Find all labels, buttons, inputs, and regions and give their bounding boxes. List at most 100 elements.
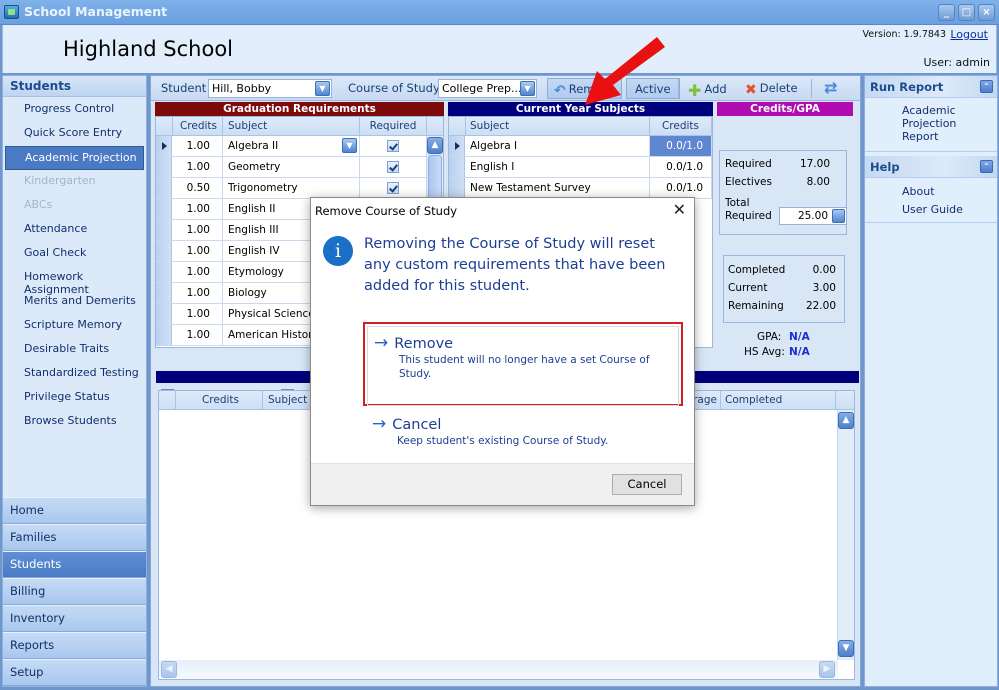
credits-cell[interactable]: 1.00 (173, 241, 223, 261)
column-header-completed[interactable]: Completed (721, 391, 836, 410)
row-header[interactable] (156, 325, 172, 345)
sidebar-item-homework-assignment[interactable]: Homework Assignment (3, 266, 146, 296)
column-header-subject[interactable]: Subject (223, 117, 360, 136)
credits-cell[interactable]: 1.00 (173, 325, 223, 345)
credits-cell[interactable]: 0.50 (173, 178, 223, 198)
spinner-updown-icon[interactable] (832, 209, 845, 223)
nav-reports[interactable]: Reports (3, 632, 146, 659)
row-header[interactable] (156, 241, 172, 261)
column-header-credits[interactable]: Credits (173, 117, 223, 136)
credits-cell[interactable]: 1.00 (173, 262, 223, 282)
credits-cell[interactable]: 1.00 (173, 304, 223, 324)
required-checkbox[interactable] (387, 140, 399, 152)
academic-projection-report-link[interactable]: Academic Projection Report (865, 98, 997, 152)
row-header[interactable] (156, 304, 172, 324)
required-cell[interactable] (360, 178, 427, 198)
sidebar-item-privilege-status[interactable]: Privilege Status (3, 386, 146, 410)
history-vertical-scrollbar[interactable]: ▲ ▼ (837, 410, 854, 660)
student-select[interactable]: Hill, Bobby ▼ (208, 79, 332, 98)
cancel-command-link[interactable]: → Cancel Keep student's existing Course o… (363, 405, 683, 455)
subject-cell[interactable]: Trigonometry (223, 178, 360, 198)
sidebar-item-browse-students[interactable]: Browse Students (3, 410, 146, 434)
column-header-required[interactable]: Required (360, 117, 427, 136)
subject-cell[interactable]: English I (466, 157, 650, 177)
collapse-icon[interactable]: ⌃ (980, 160, 993, 173)
chevron-down-icon[interactable]: ▼ (520, 81, 535, 96)
chevron-down-icon[interactable]: ▼ (315, 81, 330, 96)
column-header-credits[interactable]: Credits (650, 117, 712, 136)
row-header[interactable] (156, 136, 172, 156)
row-header[interactable] (156, 220, 172, 240)
sidebar-item-academic-projection[interactable]: Academic Projection (5, 146, 144, 170)
row-header[interactable] (449, 157, 465, 177)
required-cell[interactable] (360, 157, 427, 177)
remove-command-link[interactable]: → Remove This student will no longer have… (363, 322, 683, 406)
sidebar-item-quick-score-entry[interactable]: Quick Score Entry (3, 122, 146, 146)
column-header-subject[interactable]: Subject (466, 117, 650, 136)
logout-link[interactable]: Logout (950, 28, 988, 41)
dialog-close-icon[interactable]: ✕ (673, 201, 686, 219)
sidebar-item-attendance[interactable]: Attendance (3, 218, 146, 242)
course-of-study-select[interactable]: College Prep... ▼ (438, 79, 537, 98)
subject-cell[interactable]: Geometry (223, 157, 360, 177)
subject-cell[interactable]: New Testament Survey (466, 178, 650, 198)
subject-cell[interactable]: Algebra I (466, 136, 650, 156)
about-link[interactable]: About (865, 185, 997, 198)
add-button[interactable]: ✚ Add (682, 78, 733, 100)
credits-cell[interactable]: 1.00 (173, 283, 223, 303)
active-button[interactable]: Active (626, 78, 680, 99)
row-header[interactable] (449, 178, 465, 198)
table-row[interactable]: 1.00 Geometry (156, 157, 443, 178)
nav-students[interactable]: Students (3, 551, 146, 578)
credits-cell[interactable]: 1.00 (173, 136, 223, 156)
sidebar-item-progress-control[interactable]: Progress Control (3, 98, 146, 122)
credits-cell[interactable]: 1.00 (173, 199, 223, 219)
credits-cell[interactable]: 0.0/1.0 (650, 157, 712, 177)
sidebar-item-goal-check[interactable]: Goal Check (3, 242, 146, 266)
scroll-up-icon[interactable]: ▲ (838, 412, 854, 429)
column-header-credits[interactable]: Credits (176, 391, 263, 410)
subject-cell[interactable]: Algebra II (223, 136, 360, 156)
row-header[interactable] (156, 283, 172, 303)
required-cell[interactable] (360, 136, 427, 156)
table-row[interactable]: New Testament Survey 0.0/1.0 (449, 178, 712, 199)
row-header[interactable] (156, 178, 172, 198)
scroll-down-icon[interactable]: ▼ (838, 640, 854, 657)
sidebar-item-standardized-testing[interactable]: Standardized Testing (3, 362, 146, 386)
chevron-down-icon[interactable]: ▼ (342, 138, 357, 153)
scroll-right-icon[interactable]: ▶ (819, 661, 835, 678)
row-header[interactable] (449, 136, 465, 156)
credits-cell[interactable]: 1.00 (173, 220, 223, 240)
nav-setup[interactable]: Setup (3, 659, 146, 686)
nav-inventory[interactable]: Inventory (3, 605, 146, 632)
row-header[interactable] (156, 199, 172, 219)
credits-cell[interactable]: 1.00 (173, 157, 223, 177)
collapse-icon[interactable]: ⌃ (980, 80, 993, 93)
credits-cell[interactable]: 0.0/1.0 (650, 136, 712, 156)
required-checkbox[interactable] (387, 161, 399, 173)
minimize-button[interactable]: _ (938, 4, 955, 21)
close-button[interactable]: × (978, 4, 995, 21)
table-row[interactable]: English I 0.0/1.0 (449, 157, 712, 178)
remove-button[interactable]: ↶ Remove (547, 78, 623, 99)
delete-button[interactable]: ✖ Delete (739, 78, 804, 99)
table-row[interactable]: Algebra I 0.0/1.0 (449, 136, 712, 157)
required-checkbox[interactable] (387, 182, 399, 194)
sidebar-item-scripture-memory[interactable]: Scripture Memory (3, 314, 146, 338)
row-header[interactable] (156, 262, 172, 282)
scroll-left-icon[interactable]: ◀ (161, 661, 177, 678)
table-row[interactable]: 1.00 Algebra II ▼ (156, 136, 443, 157)
nav-families[interactable]: Families (3, 524, 146, 551)
refresh-icon[interactable]: ⇄ (818, 78, 843, 99)
credits-cell[interactable]: 0.0/1.0 (650, 178, 712, 198)
sidebar-item-merits-and-demerits[interactable]: Merits and Demerits (3, 290, 146, 314)
user-guide-link[interactable]: User Guide (865, 203, 997, 216)
nav-billing[interactable]: Billing (3, 578, 146, 605)
maximize-button[interactable]: □ (958, 4, 975, 21)
row-header[interactable] (156, 157, 172, 177)
total-required-spinner[interactable]: 25.00 (779, 207, 847, 225)
table-row[interactable]: 0.50 Trigonometry (156, 178, 443, 199)
history-horizontal-scrollbar[interactable]: ◀ ▶ (159, 660, 838, 679)
dialog-cancel-button[interactable]: Cancel (612, 474, 682, 495)
sidebar-item-desirable-traits[interactable]: Desirable Traits (3, 338, 146, 362)
